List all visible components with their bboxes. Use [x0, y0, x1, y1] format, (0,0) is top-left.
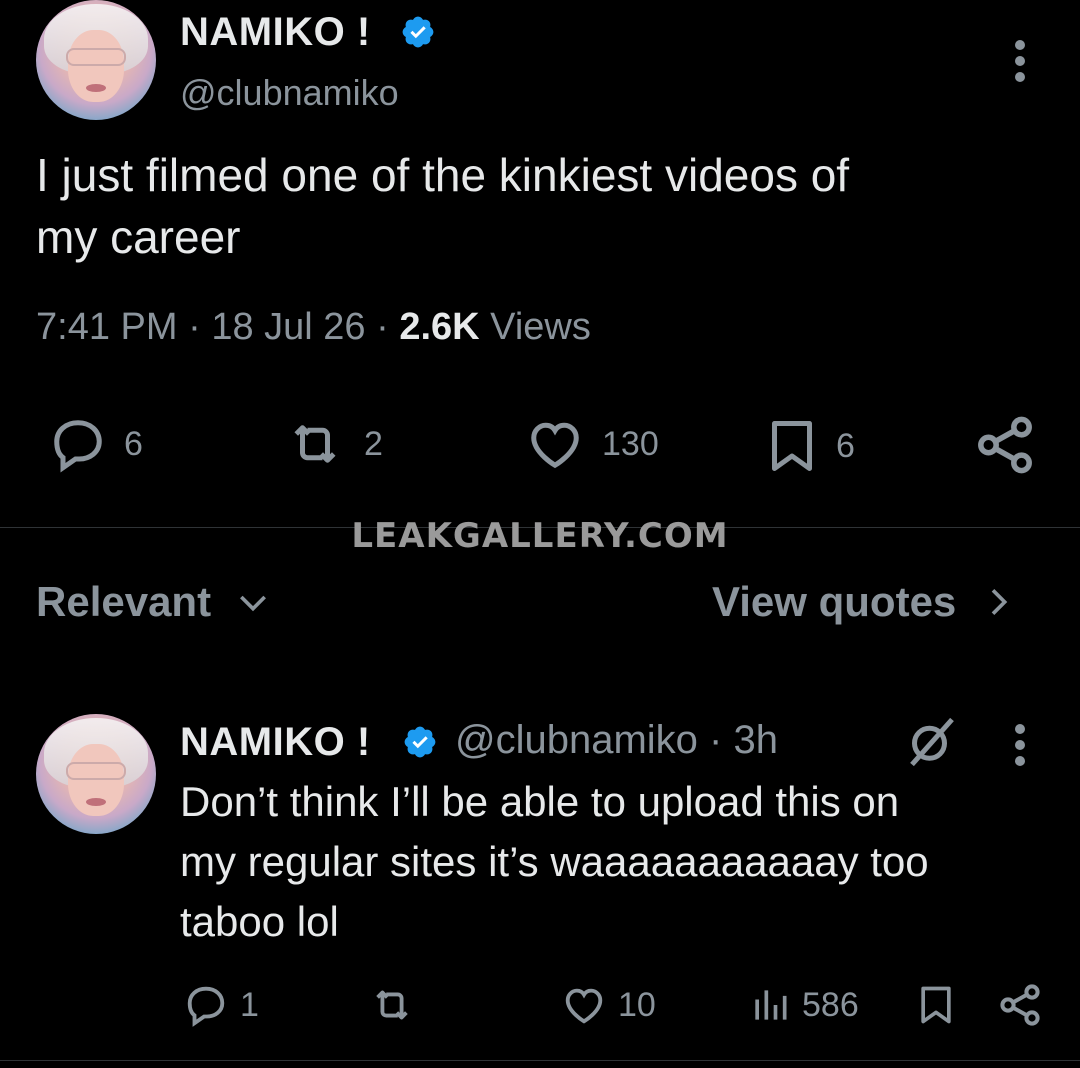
tweet-text-line: I just filmed one of the kinkiest videos…	[36, 149, 850, 201]
reply-share-button[interactable]	[996, 980, 1044, 1030]
sort-label: Relevant	[36, 578, 212, 625]
views-count: 2.6K	[399, 306, 480, 348]
reply-handle-time[interactable]: @clubnamiko · 3h	[455, 718, 778, 763]
author-handle[interactable]: @clubnamiko	[180, 72, 399, 114]
more-icon[interactable]	[1013, 40, 1027, 88]
like-button[interactable]: 130	[522, 414, 659, 474]
more-icon[interactable]	[1013, 724, 1027, 772]
tweet-date[interactable]: 18 Jul 26	[211, 306, 365, 348]
reply-text: Don’t think I’ll be able to upload this …	[180, 772, 1060, 952]
reply-button[interactable]: 6	[46, 414, 143, 474]
reply-text-line: Don’t think I’ll be able to upload this …	[180, 778, 900, 825]
tweet-text: I just filmed one of the kinkiest videos…	[36, 144, 1046, 268]
watermark: LEAKGALLERY.COM	[351, 516, 729, 556]
author-avatar[interactable]	[36, 0, 156, 120]
bookmark-button[interactable]: 6	[762, 414, 855, 478]
tweet-text-line: my career	[36, 211, 241, 263]
chevron-down-icon	[240, 595, 267, 612]
share-icon	[1000, 984, 1040, 1026]
author-name[interactable]: NAMIKO !	[180, 10, 371, 55]
view-quotes-link[interactable]: View quotes	[712, 578, 1018, 626]
reply-count: 6	[124, 424, 143, 463]
verified-icon	[404, 726, 436, 758]
view-quotes-label: View quotes	[712, 578, 957, 625]
reply-like-button[interactable]: 10	[560, 982, 656, 1028]
like-icon	[531, 422, 579, 469]
reply-icon	[54, 420, 102, 473]
reply-reply-count: 1	[240, 985, 259, 1024]
views-icon	[755, 990, 787, 1020]
bookmark-icon	[921, 986, 951, 1024]
bookmark-icon	[772, 421, 812, 471]
divider	[0, 1060, 1080, 1061]
verified-icon	[402, 16, 434, 48]
sort-dropdown[interactable]: Relevant	[36, 578, 273, 626]
reply-text-line: taboo lol	[180, 898, 339, 945]
like-icon	[565, 988, 603, 1024]
share-icon	[978, 416, 1032, 474]
repost-count: 2	[364, 424, 383, 463]
views-label: Views	[490, 306, 591, 348]
reply-icon	[187, 986, 225, 1027]
reply-views-button[interactable]: 586	[748, 982, 859, 1028]
tweet-time[interactable]: 7:41 PM	[36, 306, 178, 348]
reply-text-line: my regular sites it’s waaaaaaaaaaay too	[180, 838, 929, 885]
repost-icon	[294, 425, 336, 463]
reply-bookmark-button[interactable]	[914, 980, 958, 1030]
repost-button[interactable]: 2	[280, 414, 383, 474]
tweet-thread-page: NAMIKO ! @clubnamiko I just filmed one o…	[0, 0, 1080, 1068]
share-button[interactable]	[972, 412, 1038, 478]
reply-author-name[interactable]: NAMIKO !	[180, 720, 371, 765]
reply-views-count: 586	[802, 985, 859, 1024]
grok-icon[interactable]	[902, 712, 962, 772]
like-count: 130	[602, 424, 659, 463]
reply-like-count: 10	[618, 985, 656, 1024]
reply-author-avatar[interactable]	[36, 714, 156, 834]
reply-reply-button[interactable]: 1	[182, 982, 259, 1028]
chevron-right-icon	[992, 589, 1008, 615]
tweet-meta: 7:41 PM · 18 Jul 26 · 2.6K Views	[36, 306, 591, 348]
bookmark-count: 6	[836, 426, 855, 465]
repost-icon	[376, 990, 408, 1020]
reply-repost-button[interactable]	[366, 982, 418, 1028]
